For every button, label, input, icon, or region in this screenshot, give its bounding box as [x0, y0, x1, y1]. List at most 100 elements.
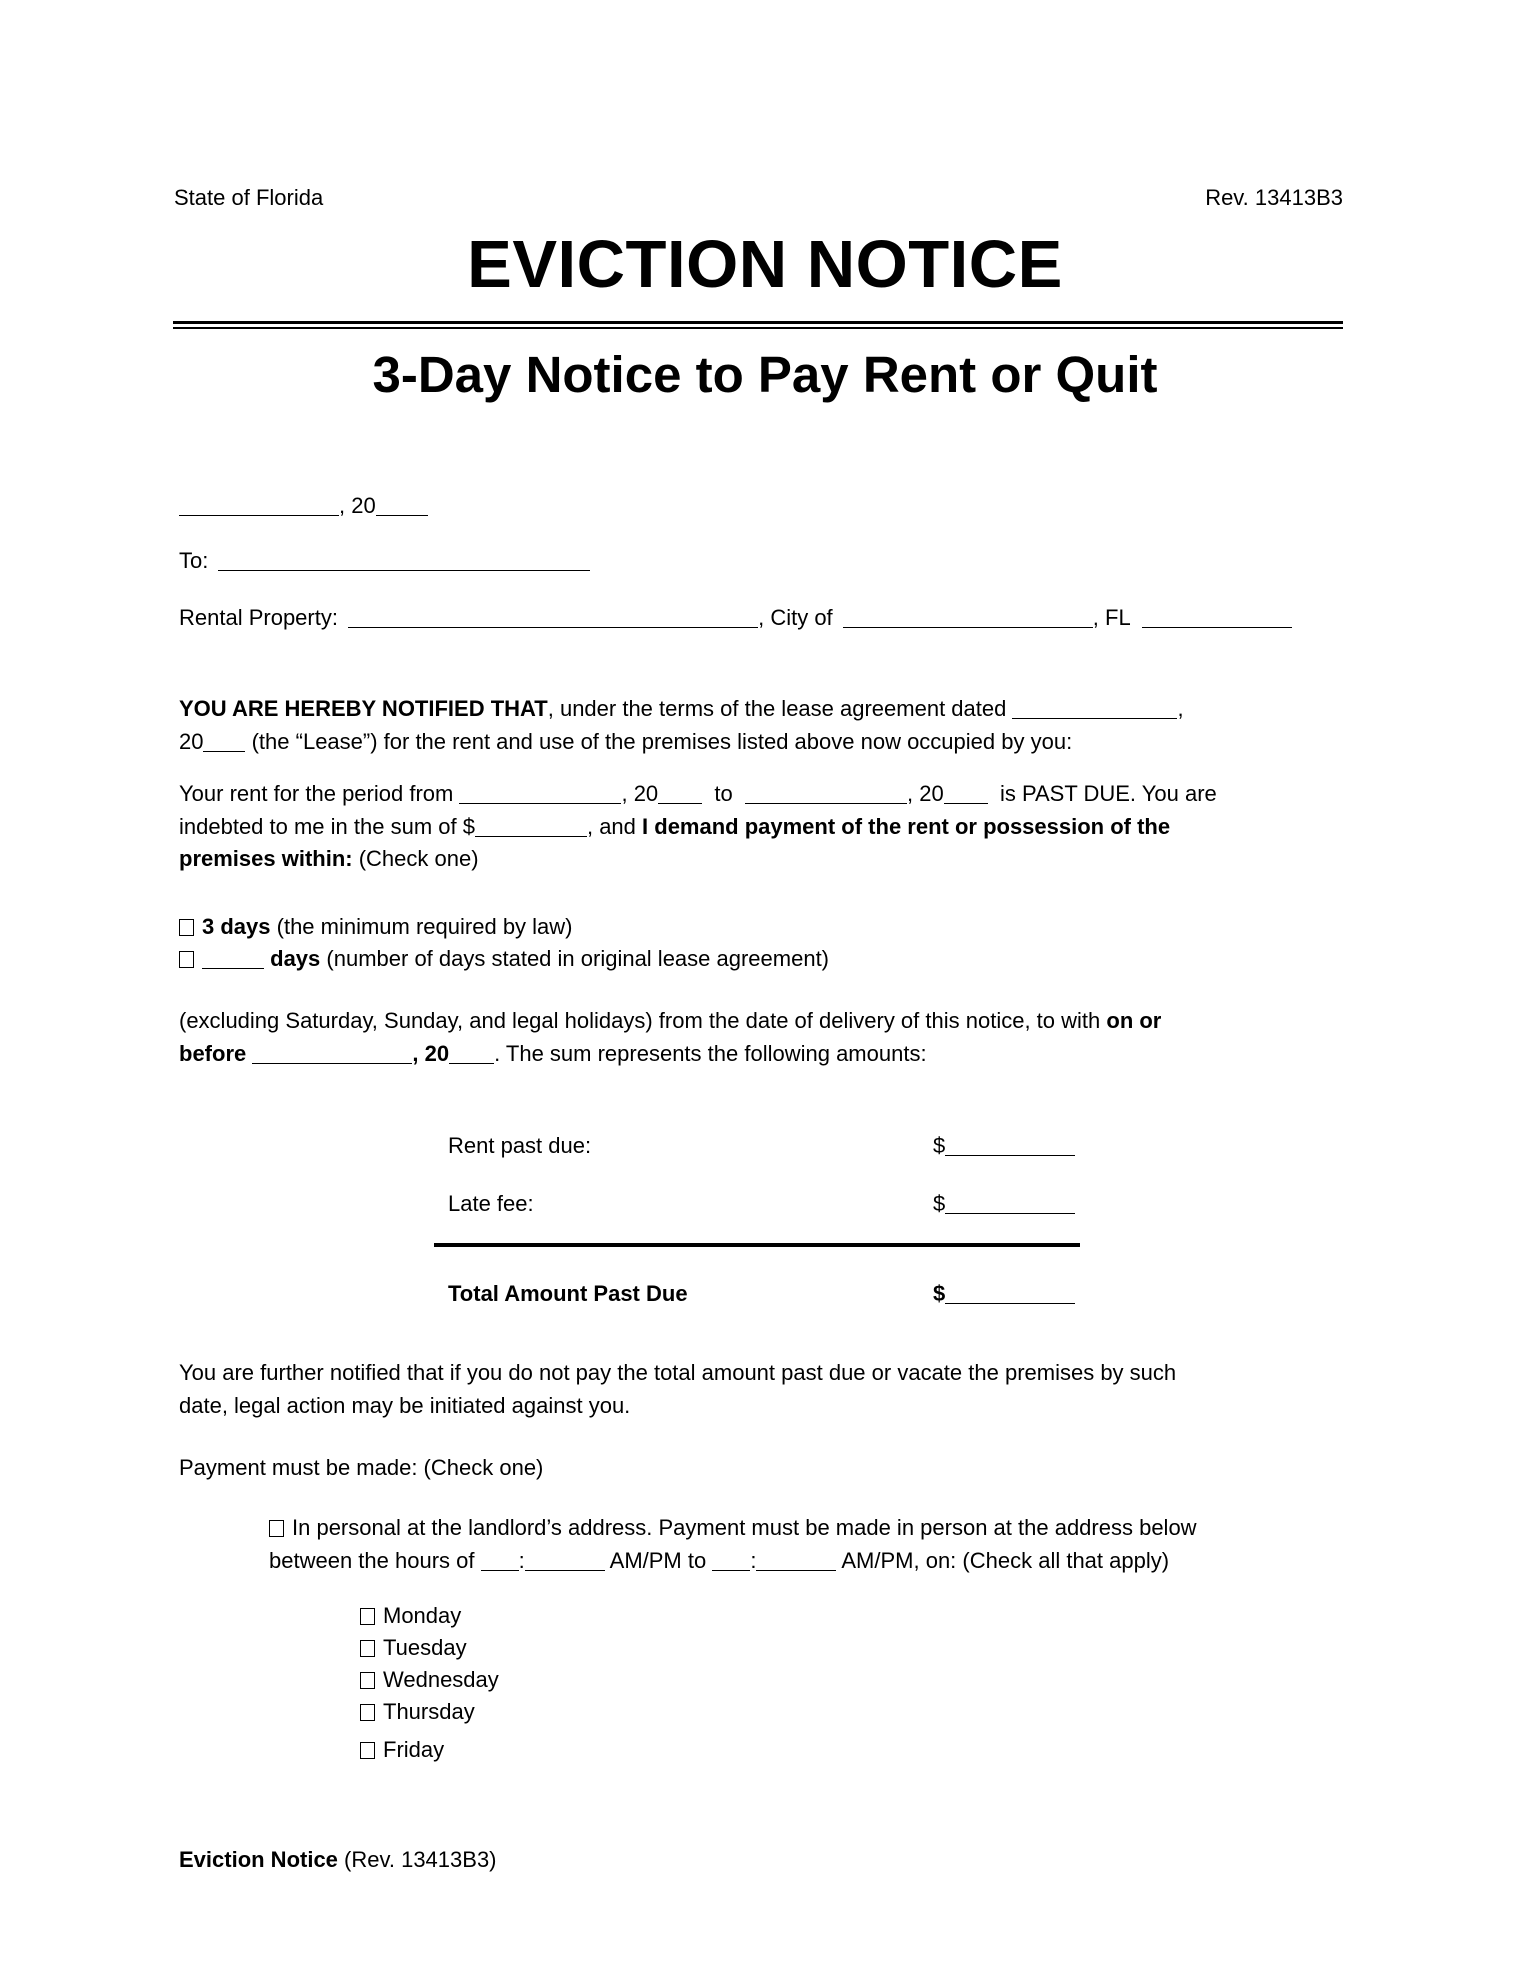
date-year-prefix: , 20	[339, 493, 376, 518]
lease-days-blank[interactable]	[202, 946, 264, 969]
rent-indebted-text: indebted to me in the sum of $	[179, 813, 475, 839]
payment-heading: Payment must be made: (Check one)	[179, 1455, 544, 1480]
checkbox-3-days[interactable]	[179, 919, 194, 936]
checkbox-tuesday[interactable]	[360, 1640, 375, 1657]
day-wednesday: Wednesday	[360, 1667, 499, 1693]
excluding-text: (excluding Saturday, Sunday, and legal h…	[179, 1008, 1101, 1033]
comma: ,	[1177, 696, 1184, 721]
amount-blank[interactable]	[945, 1133, 1076, 1156]
end-hour-blank[interactable]	[712, 1548, 751, 1571]
date-year-blank[interactable]	[375, 493, 428, 516]
rent-year1-blank[interactable]	[658, 781, 703, 804]
rental-property-label: Rental Property:	[179, 605, 338, 630]
checkbox-friday[interactable]	[360, 1742, 375, 1759]
rent-to-text: to	[714, 781, 733, 806]
date-blank[interactable]	[179, 493, 339, 516]
footer-revision: (Rev. 13413B3)	[344, 1847, 497, 1872]
end-minute-blank[interactable]	[756, 1548, 837, 1571]
ampm-to-text: AM/PM to	[609, 1547, 707, 1573]
amount-blank[interactable]	[945, 1191, 1076, 1214]
state-fl-label: , FL	[1092, 605, 1130, 630]
amounts-total-rule	[434, 1243, 1080, 1247]
option-lease-days-bold: days	[270, 946, 321, 971]
zip-blank[interactable]	[1142, 605, 1293, 628]
state-label: State of Florida	[174, 185, 324, 210]
rent-demand-bold: I demand payment of the rent or possessi…	[642, 813, 1171, 839]
option-lease-days-text: (number of days stated in original lease…	[326, 946, 830, 971]
currency-symbol: $	[933, 1281, 946, 1306]
checkbox-wednesday[interactable]	[360, 1672, 375, 1689]
day-thursday: Thursday	[360, 1699, 475, 1725]
notice-line-1: YOU ARE HEREBY NOTIFIED THAT, under the …	[179, 693, 1349, 726]
start-minute-blank[interactable]	[524, 1548, 605, 1571]
notice-line-2: 20 (the “Lease”) for the rent and use of…	[179, 726, 1349, 759]
tenant-name-blank[interactable]	[218, 548, 591, 571]
rent-line-2: indebted to me in the sum of $ , and I de…	[179, 811, 1349, 844]
lease-year-blank[interactable]	[203, 729, 246, 752]
deadline-date-blank[interactable]	[252, 1041, 413, 1064]
notice-paragraph: YOU ARE HEREBY NOTIFIED THAT, under the …	[179, 693, 1349, 758]
to-line: To:	[179, 548, 591, 574]
document-title: EVICTION NOTICE	[467, 227, 1063, 302]
excluding-line-1: (excluding Saturday, Sunday, and legal h…	[179, 1005, 1349, 1038]
rent-from-date-blank[interactable]	[459, 781, 622, 804]
city-label: , City of	[758, 605, 833, 630]
day-monday: Monday	[360, 1603, 461, 1629]
day-tuesday: Tuesday	[360, 1635, 467, 1661]
rent-line-3: premises within: (Check one)	[179, 843, 1349, 876]
excluding-after: . The sum represents the following amoun…	[494, 1040, 927, 1066]
notice-intro-bold: YOU ARE HEREBY NOTIFIED THAT	[179, 696, 548, 721]
day-label: Friday	[383, 1737, 445, 1762]
rent-line-1: Your rent for the period from , 20 to , …	[179, 778, 1349, 811]
total-value: $	[933, 1281, 1076, 1307]
rent-and-text: , and	[586, 813, 636, 839]
payment-option-line-2: between the hours of : AM/PM to : AM/PM,…	[269, 1545, 1359, 1578]
rent-year2-prefix: , 20	[907, 781, 944, 806]
payment-option-line-1: In personal at the landlord’s address. P…	[269, 1512, 1359, 1545]
checkbox-in-person[interactable]	[269, 1520, 284, 1537]
notice-intro-text: , under the terms of the lease agreement…	[547, 696, 1007, 721]
excluding-before: before	[179, 1040, 247, 1066]
rent-to-date-blank[interactable]	[745, 781, 907, 804]
start-hour-blank[interactable]	[480, 1548, 519, 1571]
checkbox-thursday[interactable]	[360, 1704, 375, 1721]
rent-sum-blank[interactable]	[474, 814, 587, 837]
day-friday: Friday	[360, 1737, 444, 1763]
rental-property-line: Rental Property: , City of , FL	[179, 605, 1293, 631]
rent-past-due-text: is PAST DUE. You are	[999, 781, 1217, 806]
between-hours-text: between the hours of	[269, 1547, 475, 1573]
amount-label: Late fee:	[448, 1191, 534, 1216]
ampm-on-text: AM/PM, on: (Check all that apply)	[841, 1547, 1170, 1573]
rent-check-one: (Check one)	[358, 846, 479, 871]
checkbox-monday[interactable]	[360, 1608, 375, 1625]
option-3-days-bold: 3 days	[202, 914, 271, 939]
total-blank[interactable]	[945, 1281, 1076, 1304]
currency-symbol: $	[933, 1133, 946, 1158]
excluding-line-2: before , 20 . The sum represents the foll…	[179, 1038, 1349, 1071]
title-double-rule	[173, 321, 1343, 329]
excluding-paragraph: (excluding Saturday, Sunday, and legal h…	[179, 1005, 1349, 1070]
rent-year2-blank[interactable]	[943, 781, 988, 804]
rent-paragraph: Your rent for the period from , 20 to , …	[179, 778, 1349, 876]
to-label: To:	[179, 548, 209, 573]
day-label: Thursday	[383, 1699, 475, 1724]
day-label: Tuesday	[383, 1635, 467, 1660]
payment-option-text: In personal at the landlord’s address. P…	[292, 1515, 1197, 1540]
page-footer: Eviction Notice (Rev. 13413B3)	[179, 1847, 497, 1873]
rent-premises-bold: premises within:	[179, 846, 353, 871]
footer-title: Eviction Notice	[179, 1847, 338, 1872]
payment-option-in-person: In personal at the landlord’s address. P…	[269, 1512, 1359, 1577]
total-label: Total Amount Past Due	[448, 1281, 688, 1306]
notice-line2-text: (the “Lease”) for the rent and use of th…	[251, 728, 1073, 754]
excluding-on-or: on or	[1106, 1008, 1162, 1033]
deadline-year-blank[interactable]	[449, 1041, 495, 1064]
rental-property-blank[interactable]	[348, 605, 759, 628]
day-label: Monday	[383, 1603, 462, 1628]
city-blank[interactable]	[842, 605, 1093, 628]
checkbox-lease-days[interactable]	[179, 951, 194, 968]
lease-date-blank[interactable]	[1012, 696, 1178, 719]
further-line-1: You are further notified that if you do …	[179, 1360, 1177, 1385]
amount-value: $	[933, 1133, 1076, 1159]
option-3-days: 3 days (the minimum required by law)	[179, 914, 573, 940]
rent-from-text: Your rent for the period from	[179, 781, 454, 806]
